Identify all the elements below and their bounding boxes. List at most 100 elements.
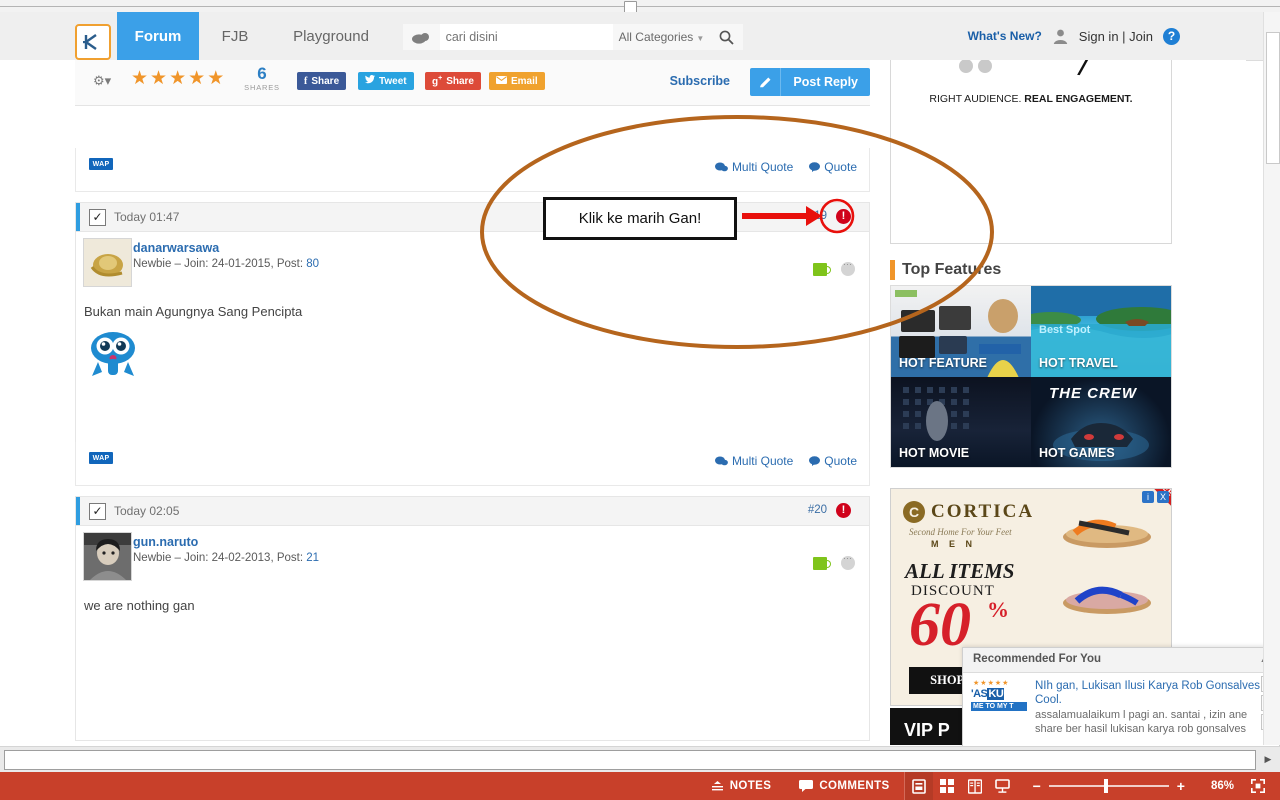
sandal-orange-image <box>1063 519 1151 548</box>
feature-hot-travel[interactable]: Best Spot HOT TRAVEL <box>1031 286 1171 377</box>
ad-dot <box>959 60 973 73</box>
post-author-name[interactable]: danarwarsawa <box>133 241 219 255</box>
grid-view-icon[interactable] <box>933 772 961 800</box>
sign-in-join-link[interactable]: Sign in | Join <box>1079 29 1153 44</box>
subscribe-button[interactable]: Subscribe <box>670 74 730 88</box>
email-share-button[interactable]: Email <box>489 72 545 90</box>
multi-quote-link[interactable]: Multi Quote <box>714 160 793 174</box>
ad-close-controls[interactable]: i X <box>1142 491 1169 503</box>
twitter-bird-icon <box>365 75 375 87</box>
star-icon: ★ <box>987 680 994 687</box>
feature-hot-feature[interactable]: HOT FEATURE <box>891 286 1031 377</box>
report-post-icon[interactable]: ! <box>836 209 851 224</box>
horizontal-scrollbar-thumb[interactable] <box>4 749 1256 770</box>
more-options-icon[interactable] <box>841 259 855 276</box>
post-reputation-icons <box>813 259 855 276</box>
zoom-in-button[interactable]: + <box>1169 778 1193 794</box>
site-header: Forum FJB Playground All Categories▼ Wha… <box>0 12 1280 61</box>
avatar[interactable] <box>83 238 132 287</box>
ad-tagline: RIGHT AUDIENCE. REAL ENGAGEMENT. <box>891 93 1171 105</box>
ad-tagline-bold: REAL ENGAGEMENT. <box>1024 93 1133 105</box>
search-input[interactable] <box>439 24 613 50</box>
multi-quote-icon <box>714 162 728 171</box>
star-icon: ★ <box>131 68 149 89</box>
page-inner: ⚙▾ ★ ★ ★ ★ ★ 6 SHARES f Share Tweet g+ S… <box>0 60 1246 745</box>
cloud-icon <box>403 31 440 44</box>
pencil-icon[interactable] <box>750 68 782 96</box>
cortica-brand-name: CORTICA <box>931 501 1035 522</box>
googleplus-share-button[interactable]: g+ Share <box>425 72 481 90</box>
cendol-icon[interactable] <box>813 262 831 276</box>
zoom-out-button[interactable]: − <box>1025 778 1049 794</box>
post-author-post-count: 80 <box>306 258 320 270</box>
post-body: Bukan main Agungnya Sang Pencipta <box>76 290 869 381</box>
post-number-link[interactable]: #19 <box>808 210 827 222</box>
recommended-item[interactable]: ★ ★ ★ ★ ★ 'ASKU ME TO MY T NIh gan, Lukisan … <box>963 673 1279 742</box>
facebook-share-button[interactable]: f Share <box>297 72 347 90</box>
top-features-grid: HOT FEATURE Best Spot HOT TRAVEL HOT MOV… <box>890 285 1172 468</box>
quote-icon <box>809 456 821 466</box>
twitter-tweet-button[interactable]: Tweet <box>358 72 414 90</box>
comments-button[interactable]: COMMENTS <box>785 772 903 800</box>
post-19-footer: WAP Multi Quote Quote <box>75 442 870 486</box>
post-reply-button[interactable]: Post Reply <box>750 68 870 96</box>
ad-info-icon[interactable]: i <box>1142 491 1154 503</box>
quote-actions: Multi Quote Quote <box>714 454 857 468</box>
fullscreen-icon[interactable] <box>1244 772 1272 800</box>
zoom-slider-knob[interactable] <box>1103 779 1108 793</box>
search-bar: All Categories▼ <box>403 24 743 50</box>
wap-icon[interactable]: WAP <box>89 452 119 472</box>
feature-caption: HOT TRAVEL <box>1039 355 1118 370</box>
feature-hot-movie[interactable]: HOT MOVIE <box>891 376 1031 467</box>
thread-rating-stars[interactable]: ★ ★ ★ ★ ★ <box>131 69 224 88</box>
notes-button[interactable]: NOTES <box>697 772 786 800</box>
shares-label: SHARES <box>244 83 280 92</box>
vertical-scrollbar[interactable] <box>1263 12 1280 745</box>
recommended-item-snippet: assalamualaikum l pagi an. santai , izin… <box>1035 709 1248 735</box>
single-page-icon[interactable] <box>904 772 933 800</box>
cendol-icon[interactable] <box>813 556 831 570</box>
recommended-header[interactable]: Recommended For You ▲ <box>963 648 1279 673</box>
book-view-icon[interactable] <box>961 772 989 800</box>
feature-hot-games[interactable]: THE CREW HOT GAMES <box>1031 376 1171 467</box>
post-number-link[interactable]: #20 <box>808 504 827 516</box>
gear-icon[interactable]: ⚙▾ <box>93 73 111 89</box>
post-footer-previous: WAP Multi Quote Quote <box>75 148 870 192</box>
presentation-icon[interactable] <box>989 772 1017 800</box>
wap-icon[interactable]: WAP <box>89 158 119 178</box>
close-icon[interactable]: X <box>1157 491 1169 503</box>
shares-counter: 6 SHARES <box>241 65 283 92</box>
help-icon[interactable]: ? <box>1163 27 1180 45</box>
ad-tagline-normal: RIGHT AUDIENCE. <box>929 93 1025 105</box>
nav-tab-fjb[interactable]: FJB <box>205 12 265 60</box>
post-select-checkbox[interactable]: ✓ <box>89 209 106 226</box>
vertical-scrollbar-thumb[interactable] <box>1266 32 1280 164</box>
chevron-down-icon: ▼ <box>696 34 705 43</box>
recommended-item-title[interactable]: NIh gan, Lukisan Ilusi Karya Rob Gonsalv… <box>1035 679 1271 707</box>
nav-tab-playground[interactable]: Playground <box>272 12 390 60</box>
star-icon: ★ <box>169 68 187 89</box>
quote-link[interactable]: Quote <box>809 454 857 468</box>
avatar[interactable] <box>83 532 132 581</box>
zoom-slider[interactable] <box>1048 779 1169 793</box>
kaskus-logo-icon[interactable] <box>75 24 111 60</box>
report-post-icon[interactable]: ! <box>836 503 851 518</box>
search-icon[interactable] <box>710 30 743 45</box>
post-author-name[interactable]: gun.naruto <box>133 535 198 549</box>
horizontal-scrollbar[interactable]: ▶ <box>0 746 1280 772</box>
more-options-icon[interactable] <box>841 553 855 570</box>
top-features-heading: Top Features <box>890 260 1001 280</box>
search-category-dropdown[interactable]: All Categories ▼ <box>613 30 711 44</box>
post-header: ✓ Today 01:47 #19 ! <box>76 203 869 232</box>
cortica-script-tagline: Second Home For Your Feet <box>909 527 1012 537</box>
nav-tab-forum[interactable]: Forum <box>117 12 199 60</box>
zoom-control[interactable]: − + <box>1017 778 1201 794</box>
whats-new-link[interactable]: What's New? <box>968 29 1042 43</box>
multi-quote-link[interactable]: Multi Quote <box>714 454 793 468</box>
thumbnail-strip-label: ME TO MY T <box>971 702 1027 711</box>
post-select-checkbox[interactable]: ✓ <box>89 503 106 520</box>
ad-banner-top[interactable]: / RIGHT AUDIENCE. REAL ENGAGEMENT. <box>890 60 1172 244</box>
scroll-right-arrow-icon[interactable]: ▶ <box>1260 751 1276 769</box>
post-body-text: Bukan main Agungnya Sang Pencipta <box>84 304 303 319</box>
quote-link[interactable]: Quote <box>809 160 857 174</box>
